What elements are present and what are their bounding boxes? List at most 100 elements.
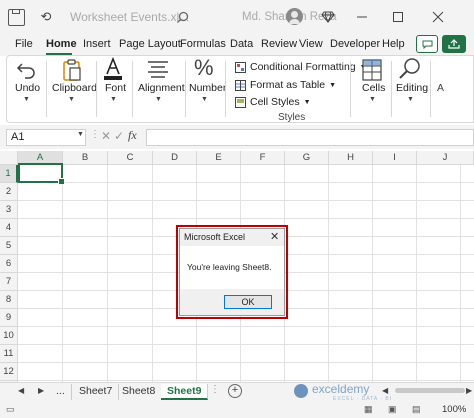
cell-styles-button[interactable]: Cell Styles ▼ — [235, 96, 311, 108]
cancel-icon[interactable]: ✕ — [101, 129, 111, 143]
tab-page-layout[interactable]: Page Layout — [119, 38, 181, 50]
row-header[interactable]: 6 — [0, 255, 18, 273]
tab-formulas[interactable]: Formulas — [180, 38, 226, 50]
magnifier-icon[interactable] — [398, 57, 422, 81]
name-box[interactable]: A1 — [6, 129, 86, 146]
chevron-down-icon[interactable]: ▼ — [110, 96, 117, 103]
alignment-icon[interactable] — [146, 59, 170, 79]
row-header[interactable]: 5 — [0, 237, 18, 255]
grid-line — [18, 326, 474, 327]
chevron-down-icon[interactable]: ▼ — [23, 96, 30, 103]
tab-home[interactable]: Home — [46, 38, 77, 50]
undo-icon[interactable] — [16, 59, 38, 81]
tab-file[interactable]: File — [15, 38, 33, 50]
tab-insert[interactable]: Insert — [83, 38, 111, 50]
column-header[interactable]: F — [241, 151, 285, 165]
comments-icon[interactable] — [416, 35, 438, 53]
percent-icon[interactable]: % — [194, 55, 214, 81]
chevron-down-icon[interactable]: ▼ — [77, 131, 84, 138]
row-header[interactable]: 9 — [0, 309, 18, 327]
font-label[interactable]: Font — [105, 82, 126, 94]
row-header[interactable]: 12 — [0, 363, 18, 381]
formula-input[interactable] — [146, 129, 474, 146]
horizontal-scrollbar[interactable] — [395, 388, 465, 393]
column-header[interactable]: B — [63, 151, 108, 165]
undo-label[interactable]: Undo — [15, 82, 40, 94]
sheet-overflow[interactable]: ... — [50, 384, 72, 400]
clipboard-icon[interactable] — [60, 58, 84, 82]
save-icon[interactable] — [8, 9, 25, 26]
tab-view[interactable]: View — [299, 38, 323, 50]
conditional-formatting-button[interactable]: Conditional Formatting ▼ — [235, 61, 367, 73]
restore-icon[interactable] — [388, 7, 408, 27]
add-sheet-button[interactable]: + — [228, 384, 242, 398]
insert-function-icon[interactable]: fx — [128, 128, 137, 143]
column-header[interactable]: I — [373, 151, 417, 165]
diamond-icon[interactable] — [318, 7, 338, 27]
chevron-down-icon[interactable]: ▼ — [68, 96, 75, 103]
status-bar — [0, 402, 474, 418]
row-header[interactable]: 2 — [0, 183, 18, 201]
grid-line — [18, 344, 474, 345]
column-header[interactable]: H — [329, 151, 373, 165]
chevron-down-icon[interactable]: ▼ — [407, 96, 414, 103]
tab-data[interactable]: Data — [230, 38, 253, 50]
editing-label[interactable]: Editing — [396, 82, 428, 94]
row-header[interactable]: 7 — [0, 273, 18, 291]
ribbon-separator — [132, 61, 133, 117]
row-header[interactable]: 10 — [0, 327, 18, 345]
chevron-down-icon[interactable]: ▼ — [201, 96, 208, 103]
format-as-table-button[interactable]: Format as Table ▼ — [235, 79, 336, 91]
clipboard-label[interactable]: Clipboard — [52, 82, 97, 94]
scroll-left-icon[interactable]: ◀ — [382, 386, 388, 395]
sheet-tab-sheet7[interactable]: Sheet7 — [73, 384, 120, 400]
check-icon[interactable]: ✓ — [114, 129, 124, 143]
column-header[interactable]: E — [197, 151, 241, 165]
active-cell-A1[interactable] — [18, 163, 65, 185]
undo-quick-icon[interactable]: ⟲ — [36, 7, 56, 27]
ok-button[interactable]: OK — [224, 295, 272, 309]
scroll-right-icon[interactable]: ▶ — [466, 386, 472, 395]
analyze-icon[interactable]: A — [437, 82, 444, 94]
cells-label[interactable]: Cells — [362, 82, 385, 94]
row-header[interactable]: 4 — [0, 219, 18, 237]
ready-icon: ▭ — [6, 404, 15, 414]
normal-view-icon[interactable]: ▦ — [364, 404, 373, 415]
tab-help[interactable]: Help — [382, 38, 405, 50]
ribbon-separator — [96, 61, 97, 117]
search-icon[interactable] — [172, 7, 192, 27]
grid-line — [152, 165, 153, 382]
next-sheet-icon[interactable]: ▶ — [38, 386, 44, 395]
row-header[interactable]: 3 — [0, 201, 18, 219]
cell-styles-icon — [235, 96, 246, 108]
page-break-view-icon[interactable]: ▤ — [412, 404, 421, 415]
minimize-icon[interactable] — [352, 7, 372, 27]
column-header[interactable]: D — [153, 151, 197, 165]
tab-review[interactable]: Review — [261, 38, 297, 50]
number-label[interactable]: Number — [189, 82, 226, 94]
alignment-label[interactable]: Alignment — [138, 82, 185, 94]
chevron-down-icon[interactable]: ▼ — [369, 96, 376, 103]
row-header[interactable]: 11 — [0, 345, 18, 363]
sheet-tab-sheet9[interactable]: Sheet9 — [161, 384, 209, 400]
page-layout-view-icon[interactable]: ▣ — [388, 404, 397, 415]
cells-icon[interactable] — [361, 58, 383, 82]
sheet-tab-sheet8[interactable]: Sheet8 — [116, 384, 163, 400]
format-as-table-label: Format as Table — [250, 79, 326, 91]
zoom-level[interactable]: 100% — [442, 404, 466, 415]
column-header[interactable]: C — [108, 151, 153, 165]
avatar[interactable] — [286, 8, 303, 25]
column-header[interactable]: G — [285, 151, 329, 165]
previous-sheet-icon[interactable]: ◀ — [18, 386, 24, 395]
row-header[interactable]: 1 — [0, 165, 18, 183]
grid-line — [416, 165, 417, 382]
close-icon[interactable]: ✕ — [270, 230, 279, 243]
column-header[interactable]: J — [417, 151, 474, 165]
chevron-down-icon[interactable]: ▼ — [155, 96, 162, 103]
font-icon[interactable] — [102, 56, 124, 81]
select-all-corner[interactable] — [0, 151, 18, 165]
row-header[interactable]: 8 — [0, 291, 18, 309]
close-window-icon[interactable] — [428, 7, 448, 27]
tab-developer[interactable]: Developer — [330, 38, 380, 50]
share-icon[interactable] — [442, 35, 466, 53]
